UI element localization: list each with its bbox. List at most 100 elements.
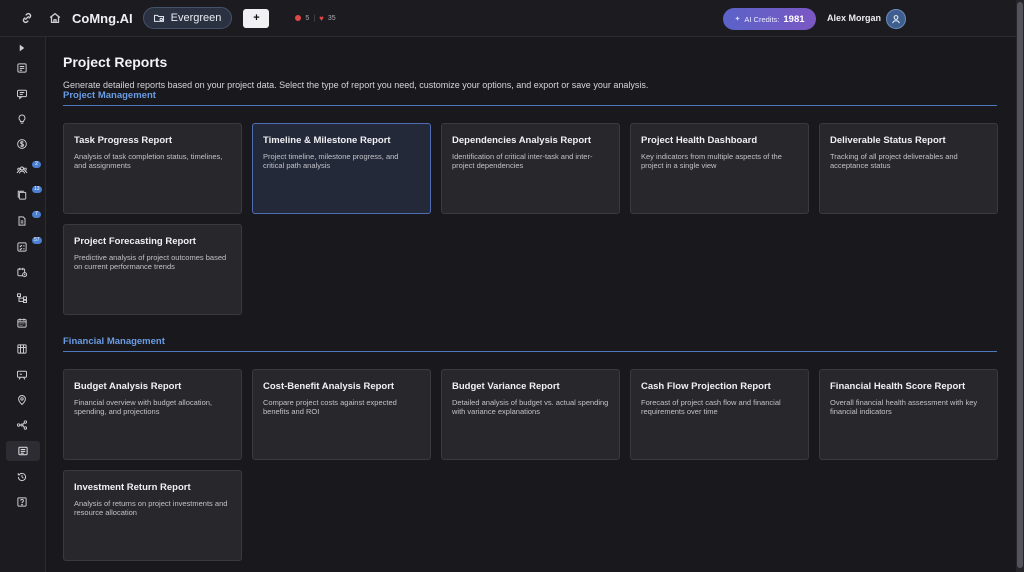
page-description: Generate detailed reports based on your …	[63, 80, 649, 90]
card-description: Tracking of all project deliverables and…	[830, 152, 958, 170]
report-card-timeline-milestone[interactable]: Timeline & Milestone Report Project time…	[252, 123, 431, 214]
report-card-project-forecasting[interactable]: Project Forecasting Report Predictive an…	[63, 224, 242, 315]
sidebar-item-hierarchy[interactable]	[9, 288, 35, 308]
lightbulb-icon	[18, 114, 26, 124]
report-card-financial-health[interactable]: Financial Health Score Report Overall fi…	[819, 369, 998, 460]
section-title-financial-management: Financial Management	[63, 336, 165, 347]
sidebar-item-help[interactable]	[9, 492, 35, 512]
hierarchy-icon	[17, 293, 27, 303]
calendar-clock-icon	[17, 267, 28, 278]
sidebar-item-finance[interactable]	[9, 134, 35, 154]
card-description: Analysis of task completion status, time…	[74, 152, 223, 170]
card-description: Identification of critical inter-task an…	[452, 152, 593, 170]
stats-separator: |	[313, 14, 316, 22]
sidebar-item-location[interactable]	[9, 390, 35, 410]
card-description: Project timeline, milestone progress, an…	[263, 152, 399, 170]
ai-credits-label: AI Credits:	[744, 14, 780, 24]
user-name[interactable]: Alex Morgan	[827, 13, 881, 23]
report-card-dependencies-analysis[interactable]: Dependencies Analysis Report Identificat…	[441, 123, 620, 214]
folder-icon	[153, 14, 164, 22]
card-title: Timeline & Milestone Report	[263, 135, 391, 146]
card-description: Analysis of returns on project investmen…	[74, 499, 228, 517]
page-title: Project Reports	[63, 54, 168, 70]
add-button[interactable]: +	[243, 8, 270, 28]
section-divider	[63, 105, 997, 106]
project-selector[interactable]: Evergreen	[142, 7, 233, 29]
card-title: Deliverable Status Report	[830, 135, 946, 146]
card-title: Budget Analysis Report	[74, 381, 182, 392]
alert-dot-icon	[295, 15, 302, 21]
network-icon	[16, 420, 28, 430]
card-title: Financial Health Score Report	[830, 381, 966, 392]
team-badge: 2	[32, 161, 41, 168]
card-description: Financial overview with budget allocatio…	[74, 398, 212, 416]
sidebar-expand-button[interactable]	[9, 38, 35, 58]
team-icon	[16, 166, 28, 174]
card-title: Task Progress Report	[74, 135, 173, 146]
report-card-cost-benefit[interactable]: Cost-Benefit Analysis Report Compare pro…	[252, 369, 431, 460]
card-description: Predictive analysis of project outcomes …	[74, 253, 227, 271]
chat-icon	[17, 89, 27, 100]
currency-icon	[17, 139, 27, 149]
calendar-icon	[17, 318, 27, 328]
sidebar-item-ideas[interactable]	[9, 109, 35, 129]
project-name: Evergreen	[170, 12, 222, 24]
report-card-budget-analysis[interactable]: Budget Analysis Report Financial overvie…	[63, 369, 242, 460]
sidebar-item-tasks[interactable]	[9, 58, 35, 78]
card-title: Dependencies Analysis Report	[452, 135, 592, 146]
scrollbar-thumb[interactable]	[1017, 2, 1023, 568]
card-description: Overall financial health assessment with…	[830, 398, 978, 416]
section-divider	[63, 351, 997, 352]
documents-badge: 13	[32, 186, 42, 193]
card-title: Investment Return Report	[74, 482, 191, 493]
avatar[interactable]	[886, 9, 906, 29]
sidebar-item-chat[interactable]	[9, 84, 35, 104]
user-icon	[892, 15, 900, 24]
brand-logo-text: CoMng.AI	[72, 10, 133, 26]
sidebar-item-presentation[interactable]	[9, 365, 35, 385]
heart-icon: ♥	[319, 13, 324, 23]
likes-count: 35	[327, 14, 336, 22]
sidebar-item-reports[interactable]	[6, 441, 40, 461]
stats-indicator[interactable]: 5 | ♥ 35	[295, 13, 336, 23]
card-title: Project Forecasting Report	[74, 236, 196, 247]
presentation-icon	[17, 370, 27, 380]
sidebar-item-board[interactable]	[9, 339, 35, 359]
report-card-investment-return[interactable]: Investment Return Report Analysis of ret…	[63, 470, 242, 561]
sidebar-item-network[interactable]	[9, 415, 35, 435]
ai-credits-button[interactable]: ✦ AI Credits: 1981	[723, 8, 816, 30]
task-list-icon	[17, 63, 27, 73]
documents-icon	[17, 190, 27, 200]
card-description: Compare project costs against expected b…	[263, 398, 397, 416]
alert-count: 5	[305, 14, 310, 22]
card-title: Project Health Dashboard	[641, 135, 758, 146]
history-icon	[17, 472, 27, 482]
ai-credits-value: 1981	[783, 13, 805, 25]
report-card-deliverable-status[interactable]: Deliverable Status Report Tracking of al…	[819, 123, 998, 214]
report-card-task-progress[interactable]: Task Progress Report Analysis of task co…	[63, 123, 242, 214]
card-title: Budget Variance Report	[452, 381, 560, 392]
sidebar-item-history[interactable]	[9, 467, 35, 487]
home-icon[interactable]	[44, 7, 66, 29]
section-title-project-management: Project Management	[63, 90, 156, 101]
expand-arrow-icon	[19, 44, 25, 52]
report-card-budget-variance[interactable]: Budget Variance Report Detailed analysis…	[441, 369, 620, 460]
location-icon	[18, 395, 26, 406]
help-icon	[17, 497, 27, 507]
sidebar-item-calendar[interactable]	[9, 313, 35, 333]
checklist-icon	[17, 242, 27, 252]
reports-icon	[18, 446, 28, 456]
report-card-project-health[interactable]: Project Health Dashboard Key indicators …	[630, 123, 809, 214]
board-icon	[17, 344, 27, 354]
card-description: Detailed analysis of budget vs. actual s…	[452, 398, 609, 416]
link-icon[interactable]	[16, 7, 38, 29]
sidebar-item-schedule[interactable]	[9, 262, 35, 282]
card-description: Key indicators from multiple aspects of …	[641, 152, 782, 170]
checklist-badge: 57	[32, 237, 42, 244]
card-title: Cost-Benefit Analysis Report	[263, 381, 395, 392]
sidebar: 2 13 7 57	[0, 37, 46, 572]
sparkle-icon: ✦	[734, 16, 741, 23]
card-title: Cash Flow Projection Report	[641, 381, 771, 392]
report-card-cash-flow[interactable]: Cash Flow Projection Report Forecast of …	[630, 369, 809, 460]
file-icon	[18, 216, 26, 226]
